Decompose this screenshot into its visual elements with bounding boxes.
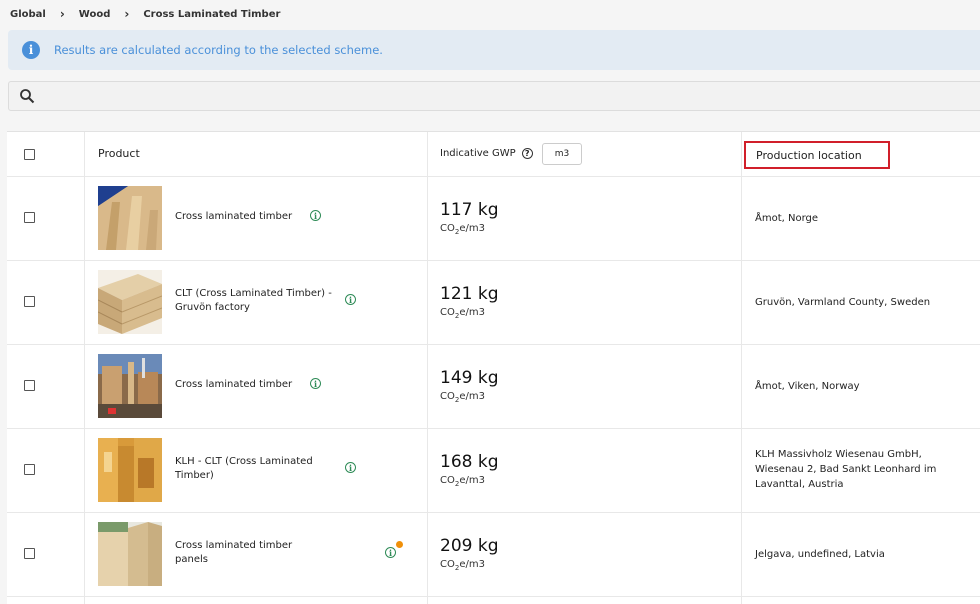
gwp-unit: CO2e/m3 (440, 559, 485, 572)
info-icon: i (22, 41, 40, 59)
info-message: Results are calculated according to the … (54, 43, 383, 57)
column-header-location[interactable]: Production location (744, 141, 890, 169)
info-icon[interactable]: i (310, 378, 321, 389)
info-icon[interactable]: i (385, 547, 396, 558)
gwp-header-label: Indicative GWP (440, 148, 516, 159)
results-table: Product Indicative GWP ? m3 Production l… (7, 131, 980, 604)
info-icon[interactable]: i (345, 462, 356, 473)
chevron-right-icon: › (59, 7, 65, 21)
product-name[interactable]: KLH - CLT (Cross Laminated Timber) (175, 455, 345, 483)
table-row[interactable]: CLT (Cross Laminated Timber) - Gruvön fa… (7, 261, 980, 345)
production-location: Åmot, Norge (755, 213, 819, 224)
location-header-label: Production location (756, 148, 862, 162)
search-input[interactable] (35, 82, 980, 110)
column-header-product[interactable]: Product (98, 147, 140, 160)
gwp-value: 168 kg (440, 452, 499, 472)
product-image[interactable] (98, 354, 162, 418)
table-header-row: Product Indicative GWP ? m3 Production l… (7, 132, 980, 177)
column-header-gwp[interactable]: Indicative GWP ? (440, 148, 533, 159)
help-icon[interactable]: ? (521, 148, 533, 159)
gwp-value: 149 kg (440, 368, 499, 388)
info-banner: i Results are calculated according to th… (8, 30, 980, 70)
breadcrumb: Global › Wood › Cross Laminated Timber (10, 6, 280, 22)
table-row[interactable]: KLH - CLT (Cross Laminated Timber) i 168… (7, 429, 980, 513)
product-image[interactable] (98, 522, 162, 586)
breadcrumb-item-wood[interactable]: Wood (79, 9, 111, 20)
product-name[interactable]: Cross laminated timber panels (175, 539, 325, 567)
production-location: KLH Massivholz Wiesenau GmbH, Wiesenau 2… (755, 449, 937, 490)
gwp-unit: CO2e/m3 (440, 391, 485, 404)
row-checkbox[interactable] (24, 548, 35, 559)
search-bar (8, 81, 980, 111)
chevron-right-icon: › (124, 7, 130, 21)
breadcrumb-item-global[interactable]: Global (10, 9, 46, 20)
product-name[interactable]: Cross laminated timber (175, 378, 292, 392)
row-checkbox[interactable] (24, 380, 35, 391)
gwp-unit: CO2e/m3 (440, 223, 485, 236)
production-location: Åmot, Viken, Norway (755, 381, 860, 392)
production-location: Gruvön, Varmland County, Sweden (755, 297, 931, 308)
product-name[interactable]: CLT (Cross Laminated Timber) - Gruvön fa… (175, 287, 345, 315)
product-image[interactable] (98, 186, 162, 250)
gwp-value: 117 kg (440, 200, 499, 220)
info-icon[interactable]: i (310, 210, 321, 221)
gwp-unit: CO2e/m3 (440, 475, 485, 488)
info-icon[interactable]: i (345, 294, 356, 305)
unit-select[interactable]: m3 (542, 143, 582, 165)
gwp-value: 121 kg (440, 284, 499, 304)
production-location: Jelgava, undefined, Latvia (755, 549, 885, 560)
search-icon (20, 89, 35, 104)
breadcrumb-item-current: Cross Laminated Timber (143, 8, 281, 20)
row-checkbox[interactable] (24, 212, 35, 223)
table-row[interactable]: Cross laminated timber i 117 kg CO2e/m3 … (7, 177, 980, 261)
product-image[interactable] (98, 270, 162, 334)
gwp-value: 209 kg (440, 536, 499, 556)
table-row[interactable]: Cross laminated timber panels i 209 kg C… (7, 513, 980, 597)
product-image[interactable] (98, 438, 162, 502)
gwp-unit: CO2e/m3 (440, 307, 485, 320)
table-row[interactable]: Cross laminated timber i 149 kg CO2e/m3 … (7, 345, 980, 429)
product-name[interactable]: Cross laminated timber (175, 210, 292, 224)
select-all-checkbox[interactable] (24, 149, 35, 160)
status-dot (396, 541, 403, 548)
row-checkbox[interactable] (24, 464, 35, 475)
row-checkbox[interactable] (24, 296, 35, 307)
